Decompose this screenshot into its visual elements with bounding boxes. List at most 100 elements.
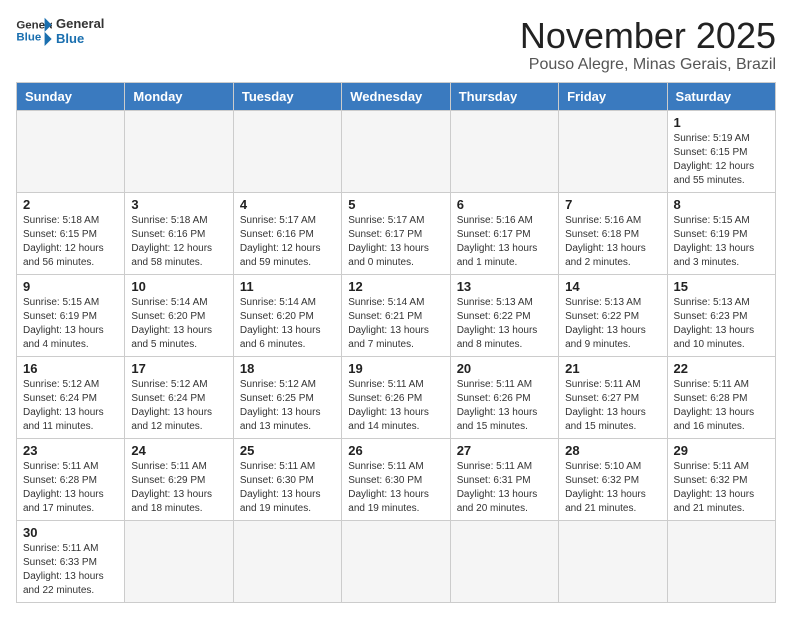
calendar-day: 30 Sunrise: 5:11 AMSunset: 6:33 PMDayligh…	[17, 520, 125, 602]
calendar-day	[233, 110, 341, 192]
calendar-day: 22Sunrise: 5:11 AMSunset: 6:28 PMDayligh…	[667, 356, 775, 438]
day-number: 3	[131, 197, 226, 212]
calendar-day: 19 Sunrise: 5:11 AMSunset: 6:26 PMDayligh…	[342, 356, 450, 438]
day-number: 17	[131, 361, 226, 376]
day-number: 27	[457, 443, 552, 458]
calendar-day: 23 Sunrise: 5:11 AMSunset: 6:28 PMDayligh…	[17, 438, 125, 520]
day-info: Sunrise: 5:17 AMSunset: 6:16 PMDaylight:…	[240, 214, 335, 270]
day-info: Sunrise: 5:18 AMSunset: 6:15 PMDaylight:…	[23, 214, 118, 270]
day-number: 2	[23, 197, 118, 212]
location-subtitle: Pouso Alegre, Minas Gerais, Brazil	[520, 56, 776, 74]
day-info: Sunrise: 5:14 AMSunset: 6:20 PMDaylight:…	[240, 296, 335, 352]
day-number: 23	[23, 443, 118, 458]
day-number: 4	[240, 197, 335, 212]
day-info: Sunrise: 5:16 AMSunset: 6:17 PMDaylight:…	[457, 214, 552, 270]
day-number: 28	[565, 443, 660, 458]
day-info: Sunrise: 5:11 AMSunset: 6:33 PMDaylight:…	[23, 542, 118, 598]
calendar-day: 25Sunrise: 5:11 AMSunset: 6:30 PMDayligh…	[233, 438, 341, 520]
calendar-day: 20Sunrise: 5:11 AMSunset: 6:26 PMDayligh…	[450, 356, 558, 438]
day-info: Sunrise: 5:14 AMSunset: 6:21 PMDaylight:…	[348, 296, 443, 352]
calendar-day	[233, 520, 341, 602]
calendar-day	[559, 110, 667, 192]
calendar-day: 14 Sunrise: 5:13 AMSunset: 6:22 PMDayligh…	[559, 274, 667, 356]
calendar-day: 24Sunrise: 5:11 AMSunset: 6:29 PMDayligh…	[125, 438, 233, 520]
calendar-day: 1 Sunrise: 5:19 AMSunset: 6:15 PMDaylight…	[667, 110, 775, 192]
day-number: 30	[23, 525, 118, 540]
day-info: Sunrise: 5:13 AMSunset: 6:22 PMDaylight:…	[457, 296, 552, 352]
day-info: Sunrise: 5:12 AMSunset: 6:24 PMDaylight:…	[23, 378, 118, 434]
day-number: 15	[674, 279, 769, 294]
weekday-header-thursday: Thursday	[450, 82, 558, 110]
calendar-day: 9 Sunrise: 5:15 AMSunset: 6:19 PMDaylight…	[17, 274, 125, 356]
day-number: 12	[348, 279, 443, 294]
day-number: 1	[674, 115, 769, 130]
day-info: Sunrise: 5:11 AMSunset: 6:30 PMDaylight:…	[348, 460, 443, 516]
weekday-header-monday: Monday	[125, 82, 233, 110]
calendar-day: 6 Sunrise: 5:16 AMSunset: 6:17 PMDaylight…	[450, 192, 558, 274]
calendar-day: 15Sunrise: 5:13 AMSunset: 6:23 PMDayligh…	[667, 274, 775, 356]
calendar-week-row: 2 Sunrise: 5:18 AMSunset: 6:15 PMDaylight…	[17, 192, 776, 274]
calendar-day	[450, 110, 558, 192]
day-info: Sunrise: 5:11 AMSunset: 6:26 PMDaylight:…	[348, 378, 443, 434]
day-info: Sunrise: 5:14 AMSunset: 6:20 PMDaylight:…	[131, 296, 226, 352]
day-info: Sunrise: 5:12 AMSunset: 6:24 PMDaylight:…	[131, 378, 226, 434]
day-info: Sunrise: 5:17 AMSunset: 6:17 PMDaylight:…	[348, 214, 443, 270]
calendar-table: SundayMondayTuesdayWednesdayThursdayFrid…	[16, 82, 776, 603]
calendar-day	[559, 520, 667, 602]
day-info: Sunrise: 5:18 AMSunset: 6:16 PMDaylight:…	[131, 214, 226, 270]
calendar-day	[342, 520, 450, 602]
day-number: 9	[23, 279, 118, 294]
calendar-day: 7 Sunrise: 5:16 AMSunset: 6:18 PMDaylight…	[559, 192, 667, 274]
day-number: 6	[457, 197, 552, 212]
day-number: 19	[348, 361, 443, 376]
logo-text-general: General	[56, 16, 104, 31]
weekday-header-wednesday: Wednesday	[342, 82, 450, 110]
calendar-day	[342, 110, 450, 192]
month-title: November 2025	[520, 16, 776, 56]
day-info: Sunrise: 5:19 AMSunset: 6:15 PMDaylight:…	[674, 132, 769, 188]
day-info: Sunrise: 5:11 AMSunset: 6:29 PMDaylight:…	[131, 460, 226, 516]
day-number: 25	[240, 443, 335, 458]
day-number: 26	[348, 443, 443, 458]
day-number: 11	[240, 279, 335, 294]
logo: General Blue General Blue	[16, 16, 104, 46]
day-number: 14	[565, 279, 660, 294]
calendar-day: 11 Sunrise: 5:14 AMSunset: 6:20 PMDayligh…	[233, 274, 341, 356]
day-number: 29	[674, 443, 769, 458]
day-info: Sunrise: 5:15 AMSunset: 6:19 PMDaylight:…	[23, 296, 118, 352]
day-number: 8	[674, 197, 769, 212]
calendar-week-row: 9 Sunrise: 5:15 AMSunset: 6:19 PMDaylight…	[17, 274, 776, 356]
day-info: Sunrise: 5:12 AMSunset: 6:25 PMDaylight:…	[240, 378, 335, 434]
day-number: 10	[131, 279, 226, 294]
calendar-day: 21Sunrise: 5:11 AMSunset: 6:27 PMDayligh…	[559, 356, 667, 438]
day-number: 16	[23, 361, 118, 376]
calendar-day	[450, 520, 558, 602]
day-number: 18	[240, 361, 335, 376]
calendar-week-row: 30 Sunrise: 5:11 AMSunset: 6:33 PMDayligh…	[17, 520, 776, 602]
day-info: Sunrise: 5:16 AMSunset: 6:18 PMDaylight:…	[565, 214, 660, 270]
day-number: 7	[565, 197, 660, 212]
svg-text:Blue: Blue	[16, 32, 41, 44]
calendar-day	[17, 110, 125, 192]
day-info: Sunrise: 5:13 AMSunset: 6:22 PMDaylight:…	[565, 296, 660, 352]
day-info: Sunrise: 5:11 AMSunset: 6:28 PMDaylight:…	[23, 460, 118, 516]
weekday-header-saturday: Saturday	[667, 82, 775, 110]
calendar-day: 12 Sunrise: 5:14 AMSunset: 6:21 PMDayligh…	[342, 274, 450, 356]
calendar-day: 10 Sunrise: 5:14 AMSunset: 6:20 PMDayligh…	[125, 274, 233, 356]
calendar-day: 17 Sunrise: 5:12 AMSunset: 6:24 PMDayligh…	[125, 356, 233, 438]
calendar-day: 4 Sunrise: 5:17 AMSunset: 6:16 PMDaylight…	[233, 192, 341, 274]
calendar-day: 5Sunrise: 5:17 AMSunset: 6:17 PMDaylight…	[342, 192, 450, 274]
day-info: Sunrise: 5:11 AMSunset: 6:28 PMDaylight:…	[674, 378, 769, 434]
day-number: 20	[457, 361, 552, 376]
calendar-day: 26 Sunrise: 5:11 AMSunset: 6:30 PMDayligh…	[342, 438, 450, 520]
weekday-header-tuesday: Tuesday	[233, 82, 341, 110]
weekday-header-sunday: Sunday	[17, 82, 125, 110]
weekday-header-row: SundayMondayTuesdayWednesdayThursdayFrid…	[17, 82, 776, 110]
day-number: 21	[565, 361, 660, 376]
calendar-week-row: 23 Sunrise: 5:11 AMSunset: 6:28 PMDayligh…	[17, 438, 776, 520]
calendar-day	[667, 520, 775, 602]
title-section: November 2025 Pouso Alegre, Minas Gerais…	[520, 16, 776, 74]
calendar-day: 29Sunrise: 5:11 AMSunset: 6:32 PMDayligh…	[667, 438, 775, 520]
calendar-day: 8Sunrise: 5:15 AMSunset: 6:19 PMDaylight…	[667, 192, 775, 274]
calendar-day: 27Sunrise: 5:11 AMSunset: 6:31 PMDayligh…	[450, 438, 558, 520]
